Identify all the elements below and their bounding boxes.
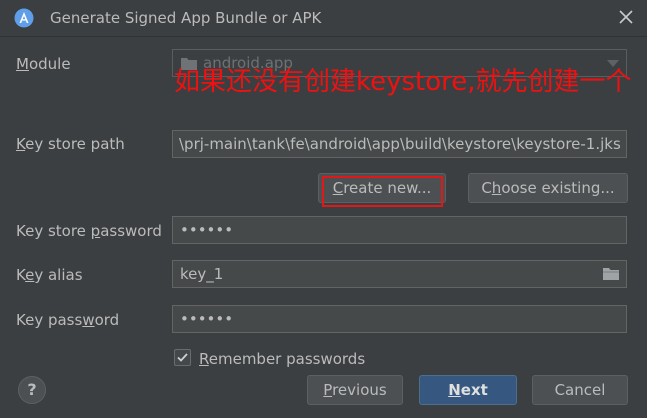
key-store-path-label: Key store path — [16, 135, 125, 153]
window-title: Generate Signed App Bundle or APK — [50, 9, 322, 27]
remember-passwords-checkbox[interactable] — [174, 349, 191, 366]
previous-button[interactable]: Previous — [307, 375, 403, 405]
android-studio-icon — [14, 8, 34, 28]
key-store-password-label: Key store password — [16, 222, 162, 240]
key-alias-field[interactable]: key_1 — [172, 260, 627, 288]
key-alias-value: key_1 — [180, 265, 224, 283]
key-password-field[interactable]: •••••• — [172, 305, 627, 333]
annotation-text: 如果还没有创建keystore,就先创建一个 — [174, 67, 632, 97]
checkmark-icon — [177, 353, 188, 362]
close-icon[interactable] — [618, 9, 634, 25]
key-password-label: Key password — [16, 311, 120, 329]
title-bar: Generate Signed App Bundle or APK — [0, 0, 647, 37]
question-icon: ? — [27, 380, 37, 399]
cancel-button[interactable]: Cancel — [532, 375, 628, 405]
folder-icon[interactable] — [602, 266, 620, 282]
remember-passwords-label[interactable]: Remember passwords — [199, 350, 365, 368]
key-store-password-field[interactable]: •••••• — [172, 216, 627, 244]
highlight-box — [322, 176, 443, 207]
help-button[interactable]: ? — [18, 376, 46, 404]
choose-existing-button[interactable]: Choose existing... — [468, 173, 628, 203]
key-alias-label: Key alias — [16, 266, 83, 284]
module-label: Module — [16, 55, 71, 73]
key-store-path-field[interactable]: \prj-main\tank\fe\android\app\build\keys… — [172, 130, 627, 158]
next-button[interactable]: Next — [419, 375, 517, 405]
